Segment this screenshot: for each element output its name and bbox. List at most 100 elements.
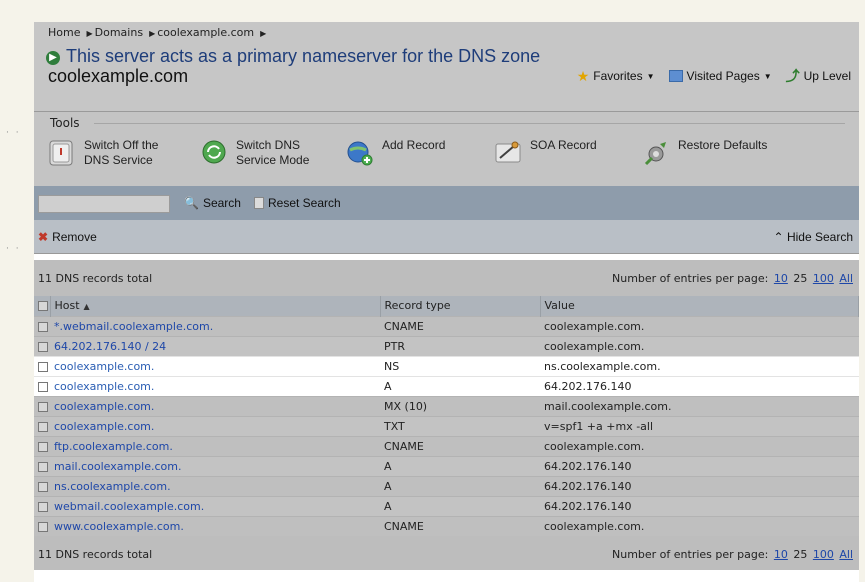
row-checkbox[interactable] <box>34 495 50 516</box>
chevron-up-icon: ⌃ <box>773 230 784 244</box>
host-link[interactable]: coolexample.com. <box>54 360 154 373</box>
breadcrumb-domains[interactable]: Domains <box>95 26 143 39</box>
host-link[interactable]: www.coolexample.com. <box>54 520 184 533</box>
per-page-option[interactable]: All <box>839 272 853 285</box>
reset-icon <box>254 197 264 209</box>
row-checkbox[interactable] <box>34 475 50 496</box>
tool-label-line1: SOA Record <box>530 138 597 152</box>
host-link[interactable]: webmail.coolexample.com. <box>54 500 204 513</box>
row-checkbox[interactable] <box>34 355 50 376</box>
per-page-option[interactable]: 100 <box>813 272 834 285</box>
checkbox-icon <box>38 481 48 492</box>
host-link[interactable]: ftp.coolexample.com. <box>54 440 173 453</box>
search-button[interactable]: 🔍 Search <box>184 196 241 210</box>
row-checkbox[interactable] <box>34 455 50 476</box>
per-page-option[interactable]: All <box>839 548 853 561</box>
switch-dns-mode-button[interactable]: Switch DNS Service Mode <box>200 138 309 168</box>
row-checkbox[interactable] <box>34 315 50 336</box>
breadcrumb-domain[interactable]: coolexample.com <box>157 26 254 39</box>
column-value[interactable]: Value <box>540 296 859 316</box>
host-link[interactable]: coolexample.com. <box>54 420 154 433</box>
table-row-highlighted: coolexample.com. A 64.202.176.140 <box>34 375 859 396</box>
page-title-text: This server acts as a primary nameserver… <box>66 46 541 66</box>
table-row: mail.coolexample.com. A 64.202.176.140 <box>34 455 859 476</box>
chevron-down-icon: ▼ <box>646 71 655 81</box>
host-link[interactable]: mail.coolexample.com. <box>54 460 181 473</box>
page-header: Home ▶ Domains ▶ coolexample.com ▶ ▶ This serv… <box>34 22 859 112</box>
per-page-option[interactable]: 10 <box>774 272 788 285</box>
column-record-type[interactable]: Record type <box>380 296 541 316</box>
record-value: coolexample.com. <box>540 515 859 536</box>
record-type: A <box>380 495 540 516</box>
search-input[interactable] <box>38 195 170 213</box>
tools-divider <box>94 123 845 124</box>
column-host[interactable]: Host ▲ <box>50 296 381 316</box>
row-checkbox[interactable] <box>34 395 50 416</box>
checkbox-icon <box>38 341 48 352</box>
up-level-button[interactable]: ⤴ Up Level <box>786 66 851 86</box>
chevron-down-icon: ▼ <box>763 71 772 81</box>
record-value: 64.202.176.140 <box>540 455 859 476</box>
checkbox-icon <box>38 441 48 452</box>
checkbox-icon <box>38 361 48 372</box>
table-row: *.webmail.coolexample.com. CNAME coolexa… <box>34 315 859 336</box>
column-value-label: Value <box>544 299 575 313</box>
checkbox-icon <box>38 301 48 312</box>
record-value: 64.202.176.140 <box>540 375 859 396</box>
gutter-dots: · · <box>6 128 21 138</box>
per-page-current: 25 <box>793 548 808 561</box>
gutter-dots: · · <box>6 244 21 254</box>
visited-pages-icon <box>668 70 683 82</box>
row-checkbox[interactable] <box>34 435 50 456</box>
checkbox-icon <box>38 421 48 432</box>
row-checkbox[interactable] <box>34 335 50 356</box>
record-value: mail.coolexample.com. <box>540 395 859 416</box>
host-link[interactable]: *.webmail.coolexample.com. <box>54 320 213 333</box>
host-link[interactable]: ns.coolexample.com. <box>54 480 171 493</box>
table-row: www.coolexample.com. CNAME coolexample.c… <box>34 515 859 536</box>
favorites-menu[interactable]: ★ Favorites ▼ <box>577 66 655 86</box>
cycle-icon <box>202 140 226 164</box>
table-row: coolexample.com. TXT v=spf1 +a +mx -all <box>34 415 859 436</box>
action-bar: ✖ Remove ⌃ Hide Search <box>34 220 859 254</box>
record-type: MX (10) <box>380 395 540 416</box>
switch-off-dns-button[interactable]: Switch Off the DNS Service <box>48 138 158 168</box>
row-checkbox[interactable] <box>34 415 50 436</box>
row-checkbox[interactable] <box>34 515 50 536</box>
soa-record-button[interactable]: SOA Record <box>494 138 597 166</box>
checkbox-icon <box>38 461 48 472</box>
tool-label-line1: Switch DNS <box>236 138 301 152</box>
totals-row-bottom: 11 DNS records total Number of entries p… <box>34 536 859 570</box>
per-page-option[interactable]: 10 <box>774 548 788 561</box>
search-bar: 🔍 Search Reset Search <box>34 186 859 220</box>
record-value: coolexample.com. <box>540 435 859 456</box>
host-link[interactable]: coolexample.com. <box>54 380 154 393</box>
remove-icon: ✖ <box>38 230 49 244</box>
host-link[interactable]: coolexample.com. <box>54 400 154 413</box>
records-total: 11 DNS records total <box>38 548 153 561</box>
record-value: ns.coolexample.com. <box>540 355 859 376</box>
reset-search-button[interactable]: Reset Search <box>254 196 341 210</box>
restore-defaults-button[interactable]: Restore Defaults <box>642 138 767 166</box>
table-row-highlighted: coolexample.com. NS ns.coolexample.com. <box>34 355 859 376</box>
left-gutter: · · · · <box>0 0 34 582</box>
power-icon <box>49 140 73 166</box>
visited-pages-menu[interactable]: Visited Pages ▼ <box>668 66 772 86</box>
breadcrumb-home[interactable]: Home <box>48 26 80 39</box>
per-page-option[interactable]: 100 <box>813 548 834 561</box>
main-panel: Home ▶ Domains ▶ coolexample.com ▶ ▶ This serv… <box>34 22 859 582</box>
select-all-checkbox[interactable] <box>34 296 51 316</box>
hide-search-button[interactable]: ⌃ Hide Search <box>774 230 853 244</box>
host-link[interactable]: 64.202.176.140 / 24 <box>54 340 166 353</box>
column-host-label: Host <box>54 299 80 313</box>
tools-section: Tools Switch Off the DNS Service Switch … <box>34 112 859 186</box>
table-row: coolexample.com. MX (10) mail.coolexampl… <box>34 395 859 416</box>
add-record-button[interactable]: Add Record <box>346 138 445 166</box>
reset-search-label: Reset Search <box>268 196 341 210</box>
info-icon: ▶ <box>46 51 60 65</box>
record-type: CNAME <box>380 515 540 536</box>
globe-add-icon <box>347 141 373 166</box>
row-checkbox[interactable] <box>34 375 50 396</box>
checkbox-icon <box>38 401 48 412</box>
remove-button[interactable]: ✖ Remove <box>38 230 97 244</box>
